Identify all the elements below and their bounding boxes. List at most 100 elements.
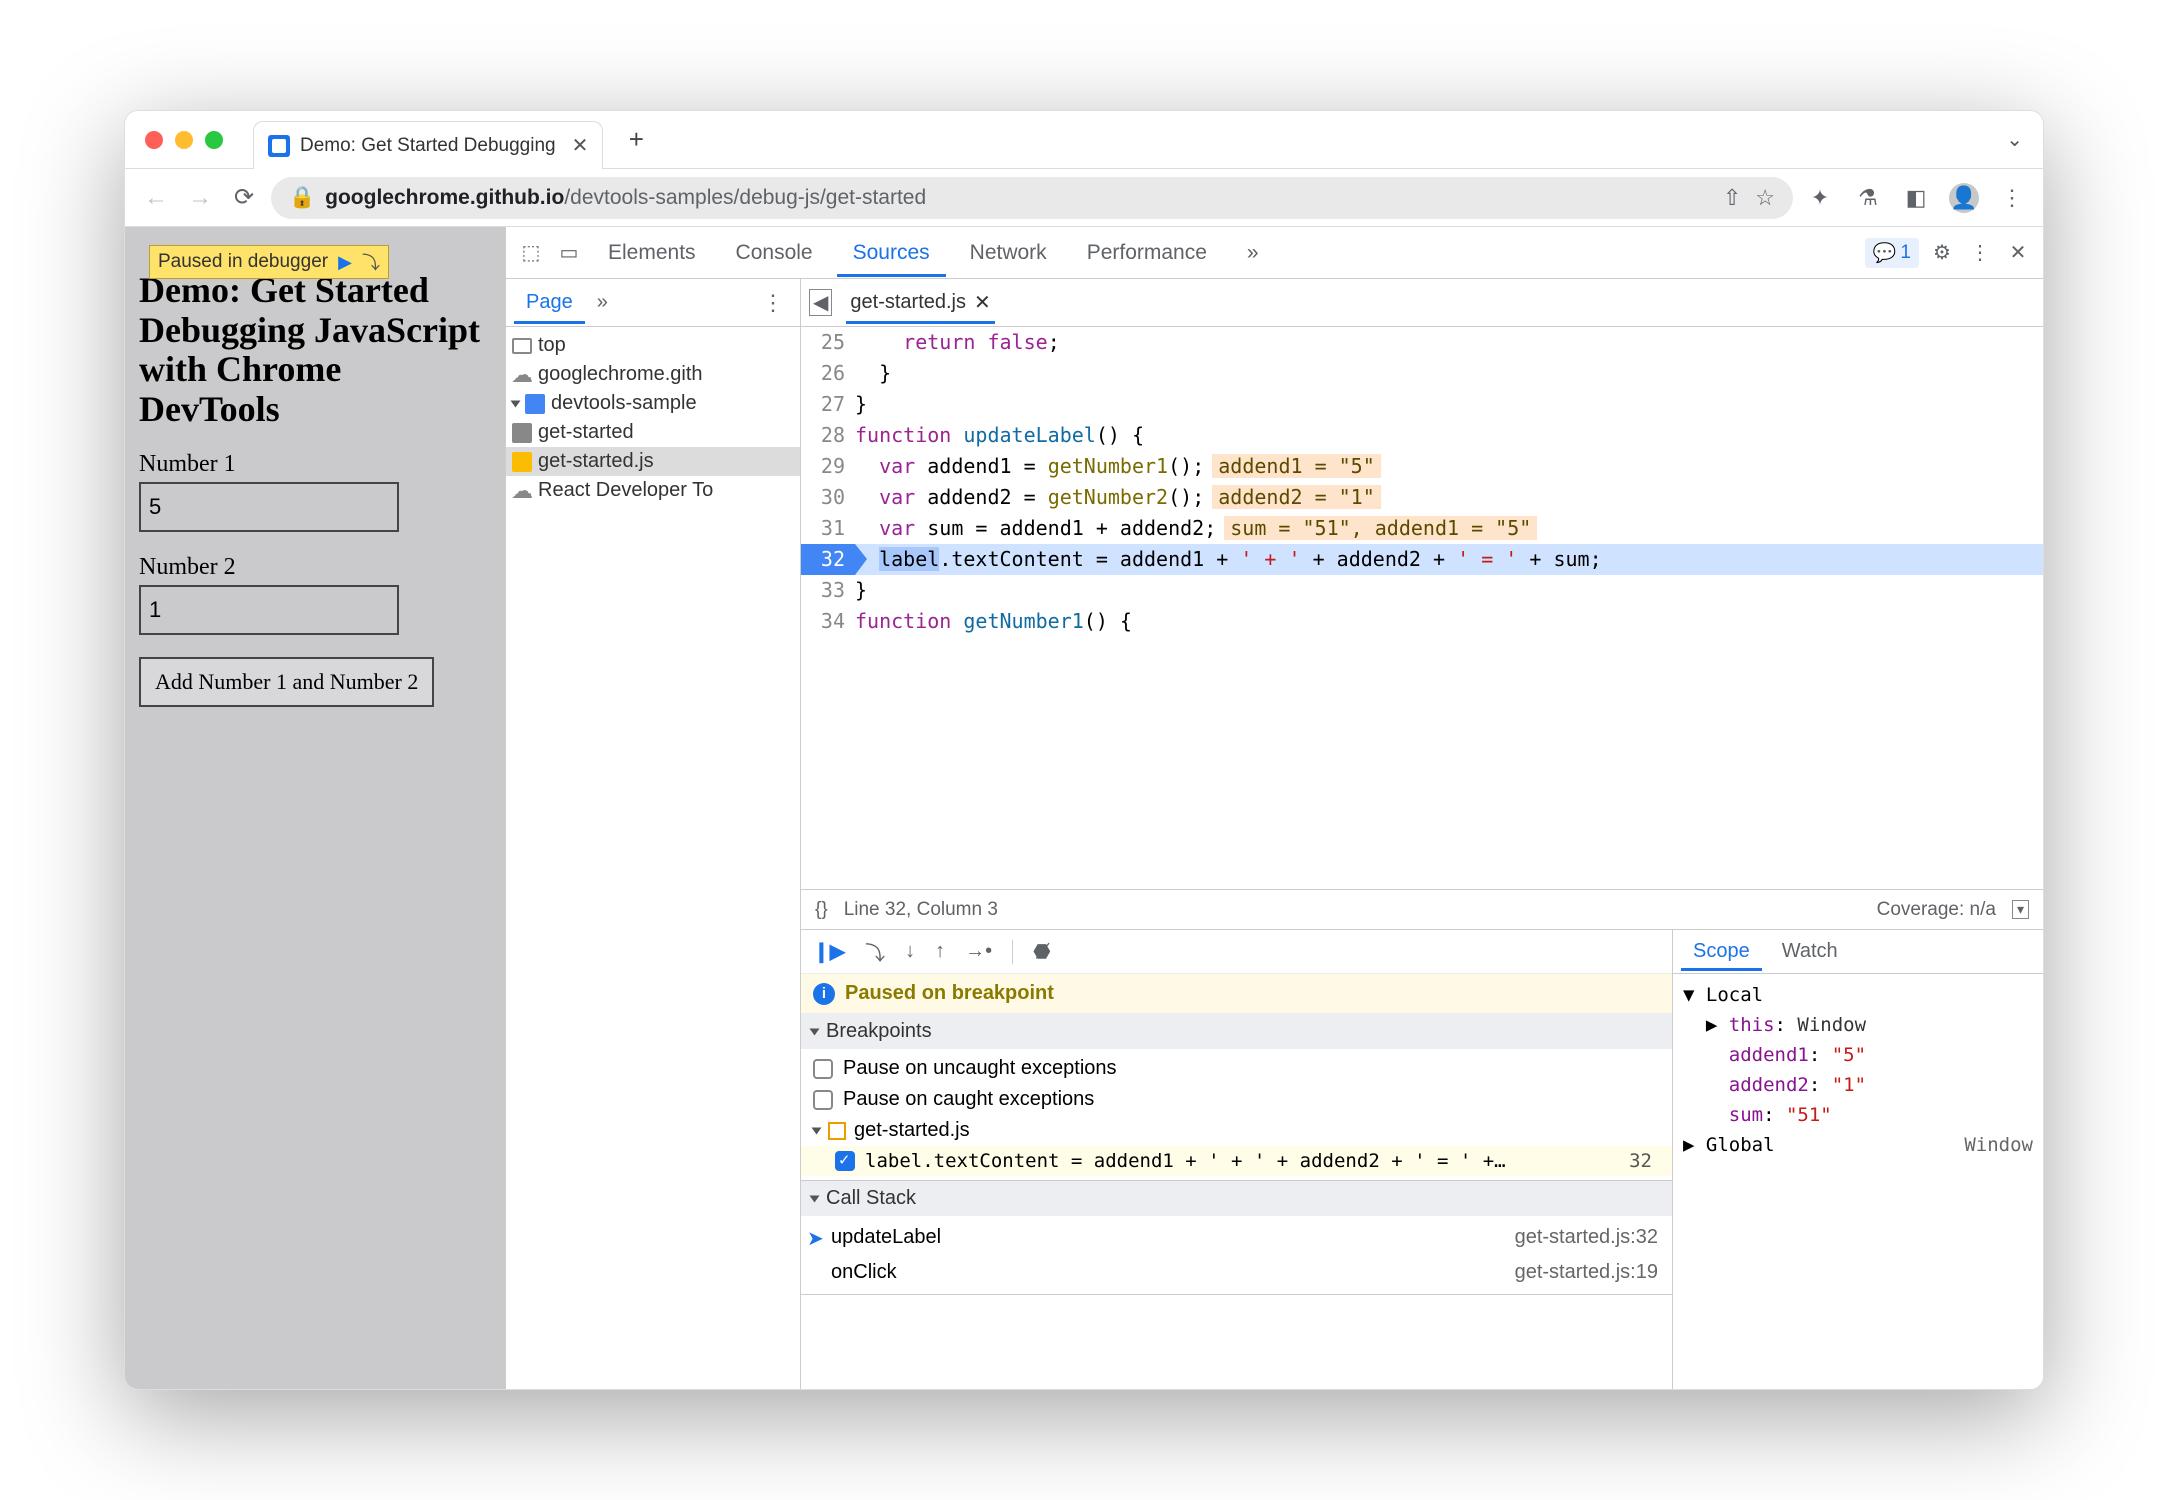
label-number-2: Number 2 — [139, 554, 491, 581]
tree-domain[interactable]: ☁googlechrome.gith — [506, 360, 800, 389]
code-line[interactable]: 30 var addend2 = getNumber2();addend2 = … — [801, 482, 2043, 513]
devtools-panel: ⬚ ▭ Elements Console Sources Network Per… — [505, 227, 2043, 1389]
extensions-icon[interactable]: ✦ — [1803, 181, 1837, 215]
pause-caught-checkbox[interactable]: Pause on caught exceptions — [801, 1084, 1672, 1115]
tree-extension[interactable]: ☁React Developer To — [506, 476, 800, 505]
navigator-more-icon[interactable]: ⋮ — [754, 286, 792, 320]
navigator-tab-page[interactable]: Page — [514, 281, 585, 324]
page-heading: Demo: Get Started Debugging JavaScript w… — [139, 271, 491, 429]
format-icon[interactable]: {} — [815, 899, 828, 921]
code-line[interactable]: 33} — [801, 575, 2043, 606]
editor-column: ◀ get-started.js✕ 25 return false;26 }27… — [801, 279, 2043, 1389]
resume-button[interactable]: ❙▶ — [813, 939, 845, 964]
input-number-1[interactable] — [139, 482, 399, 532]
maximize-window-button[interactable] — [205, 131, 223, 149]
editor-statusbar: {} Line 32, Column 3 Coverage: n/a ▾ — [801, 889, 2043, 929]
add-button[interactable]: Add Number 1 and Number 2 — [139, 657, 434, 707]
editor-tab-file[interactable]: get-started.js✕ — [846, 281, 994, 324]
minimize-window-button[interactable] — [175, 131, 193, 149]
tab-elements[interactable]: Elements — [592, 229, 712, 277]
tree-folder[interactable]: devtools-sample — [506, 389, 800, 418]
pause-uncaught-checkbox[interactable]: Pause on uncaught exceptions — [801, 1053, 1672, 1084]
tab-title: Demo: Get Started Debugging — [300, 135, 556, 157]
scope-tab[interactable]: Scope — [1681, 932, 1762, 971]
menu-icon[interactable]: ⋮ — [1995, 181, 2029, 215]
tree-top[interactable]: top — [506, 331, 800, 360]
share-icon[interactable]: ⇧ — [1723, 185, 1741, 211]
back-button[interactable]: ← — [139, 181, 173, 215]
tab-sources[interactable]: Sources — [837, 229, 946, 277]
breakpoints-section: Breakpoints Pause on uncaught exceptions… — [801, 1014, 1672, 1181]
overlay-step-icon[interactable]: ⤵ — [362, 249, 380, 275]
file-tree: top ☁googlechrome.gith devtools-sample g… — [506, 327, 800, 509]
close-file-icon[interactable]: ✕ — [974, 290, 991, 315]
profile-avatar[interactable]: 👤 — [1947, 181, 1981, 215]
scope-var[interactable]: sum: "51" — [1683, 1100, 2033, 1130]
toolbar: ← → ⟳ 🔒 googlechrome.github.io/devtools-… — [125, 169, 2043, 227]
tabs-dropdown-icon[interactable]: ⌄ — [1998, 119, 2031, 160]
code-line[interactable]: 25 return false; — [801, 327, 2043, 358]
tab-network[interactable]: Network — [954, 229, 1063, 277]
toggle-navigator-icon[interactable]: ◀ — [809, 289, 832, 316]
scope-local[interactable]: ▼ Local — [1683, 980, 2033, 1010]
navigator-tab-overflow[interactable]: » — [585, 281, 620, 324]
code-line[interactable]: 26 } — [801, 358, 2043, 389]
new-tab-button[interactable]: + — [619, 123, 653, 157]
overlay-resume-icon[interactable]: ▶ — [338, 252, 352, 273]
step-button[interactable]: →• — [965, 940, 992, 963]
tabs-overflow-icon[interactable]: » — [1231, 229, 1275, 277]
forward-button[interactable]: → — [183, 181, 217, 215]
code-line[interactable]: 32 label.textContent = addend1 + ' + ' +… — [801, 544, 2043, 575]
deactivate-breakpoints-button[interactable]: ⬣̸ — [1033, 939, 1050, 964]
browser-window: Demo: Get Started Debugging ✕ + ⌄ ← → ⟳ … — [124, 110, 2044, 1390]
editor-tabs: ◀ get-started.js✕ — [801, 279, 2043, 327]
bookmark-icon[interactable]: ☆ — [1755, 185, 1775, 211]
breakpoint-file[interactable]: get-started.js — [801, 1115, 1672, 1146]
inspect-icon[interactable]: ⬚ — [516, 240, 546, 265]
input-number-2[interactable] — [139, 585, 399, 635]
device-toggle-icon[interactable]: ▭ — [554, 240, 584, 265]
close-devtools-icon[interactable]: ✕ — [2003, 240, 2033, 265]
paused-overlay: Paused in debugger ▶ ⤵ — [149, 245, 389, 279]
code-line[interactable]: 31 var sum = addend1 + addend2;sum = "51… — [801, 513, 2043, 544]
breakpoint-line[interactable]: label.textContent = addend1 + ' + ' + ad… — [801, 1146, 1672, 1176]
scope-var[interactable]: addend2: "1" — [1683, 1070, 2033, 1100]
sidepanel-icon[interactable]: ◧ — [1899, 181, 1933, 215]
cursor-position: Line 32, Column 3 — [844, 899, 998, 921]
labs-icon[interactable]: ⚗ — [1851, 181, 1885, 215]
callstack-frame[interactable]: updateLabelget-started.js:32 — [801, 1220, 1672, 1255]
scope-var[interactable]: addend1: "5" — [1683, 1040, 2033, 1070]
browser-tab[interactable]: Demo: Get Started Debugging ✕ — [253, 121, 603, 169]
scope-global[interactable]: ▶ GlobalWindow — [1683, 1130, 2033, 1160]
tree-file-js[interactable]: get-started.js — [506, 447, 800, 476]
info-icon: i — [813, 983, 835, 1005]
issues-badge[interactable]: 💬 1 — [1865, 238, 1919, 268]
step-out-button[interactable]: ↑ — [935, 940, 945, 963]
tab-console[interactable]: Console — [720, 229, 829, 277]
close-window-button[interactable] — [145, 131, 163, 149]
paused-overlay-text: Paused in debugger — [158, 251, 328, 273]
callstack-header[interactable]: Call Stack — [801, 1181, 1672, 1216]
close-tab-icon[interactable]: ✕ — [572, 133, 589, 158]
code-line[interactable]: 28function updateLabel() { — [801, 420, 2043, 451]
code-editor[interactable]: 25 return false;26 }27}28function update… — [801, 327, 2043, 889]
toolbar-right-icons: ✦ ⚗ ◧ 👤 ⋮ — [1803, 181, 2029, 215]
code-line[interactable]: 29 var addend1 = getNumber1();addend1 = … — [801, 451, 2043, 482]
step-over-button[interactable]: ⤵ — [865, 937, 885, 966]
watch-tab[interactable]: Watch — [1770, 932, 1850, 971]
callstack-frame[interactable]: onClickget-started.js:19 — [801, 1255, 1672, 1290]
pause-message: Paused on breakpoint — [845, 982, 1054, 1005]
tree-file-html[interactable]: get-started — [506, 418, 800, 447]
tab-performance[interactable]: Performance — [1071, 229, 1223, 277]
code-line[interactable]: 34function getNumber1() { — [801, 606, 2043, 637]
breakpoints-header[interactable]: Breakpoints — [801, 1014, 1672, 1049]
scope-this[interactable]: ▶ this: Window — [1683, 1010, 2033, 1040]
settings-icon[interactable]: ⚙ — [1927, 240, 1957, 265]
code-line[interactable]: 27} — [801, 389, 2043, 420]
step-into-button[interactable]: ↓ — [905, 940, 915, 963]
coverage-dropdown-icon[interactable]: ▾ — [2012, 900, 2029, 919]
address-bar[interactable]: 🔒 googlechrome.github.io/devtools-sample… — [271, 177, 1793, 219]
scope-pane: Scope Watch ▼ Local ▶ this: Window adden… — [1673, 930, 2043, 1389]
reload-button[interactable]: ⟳ — [227, 181, 261, 215]
more-icon[interactable]: ⋮ — [1965, 240, 1995, 265]
